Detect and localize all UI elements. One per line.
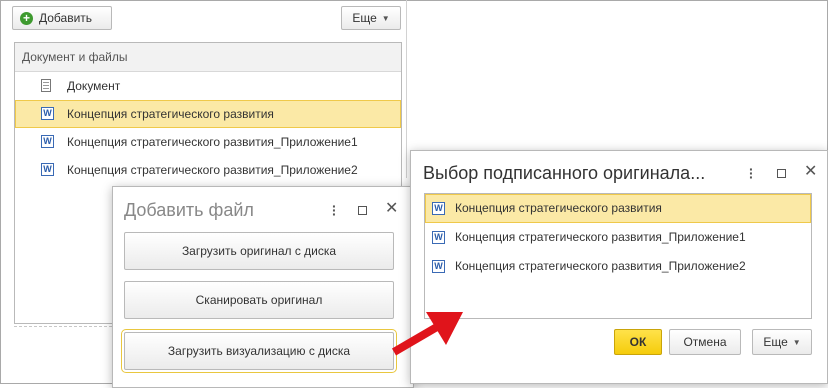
table-row-selected[interactable]: W Концепция стратегического развития	[15, 100, 401, 128]
upload-visualization-button[interactable]: Загрузить визуализацию с диска	[121, 329, 397, 373]
word-icon: W	[41, 163, 54, 176]
ok-label: ОК	[629, 335, 647, 349]
table-header: Документ и файлы	[15, 43, 401, 72]
table-row[interactable]: W Концепция стратегического развития_При…	[15, 156, 401, 184]
ok-button[interactable]: ОК	[614, 329, 662, 355]
list-item[interactable]: W Концепция стратегического развития_При…	[425, 252, 811, 281]
table-row[interactable]: Документ	[15, 72, 401, 100]
word-icon: W	[432, 260, 445, 273]
word-icon: W	[41, 135, 54, 148]
more-button[interactable]: Еще ▼	[341, 6, 401, 30]
more-button-label: Еще	[352, 11, 377, 25]
more-label: Еще	[763, 335, 788, 349]
list-item-selected[interactable]: W Концепция стратегического развития	[425, 194, 811, 223]
maximize-icon[interactable]	[358, 206, 367, 215]
scan-original-button[interactable]: Сканировать оригинал	[124, 281, 394, 319]
list-item-label: Концепция стратегического развития_Прило…	[455, 259, 746, 273]
document-icon	[41, 79, 51, 92]
close-icon[interactable]: ✕	[804, 164, 817, 180]
cancel-label: Отмена	[683, 335, 727, 349]
chevron-down-icon: ▼	[792, 337, 801, 347]
plus-icon: +	[20, 11, 33, 25]
add-file-dialog: Добавить файл · · · ✕ Загрузить оригинал с…	[112, 186, 414, 388]
row-label: Документ	[67, 79, 121, 93]
list-item[interactable]: W Концепция стратегического развития_При…	[425, 223, 811, 252]
row-label: Концепция стратегического развития	[67, 107, 274, 121]
row-label: Концепция стратегического развития_Прило…	[67, 135, 358, 149]
row-label: Концепция стратегического развития_Прило…	[67, 163, 358, 177]
close-icon[interactable]: ✕	[385, 201, 398, 217]
add-button[interactable]: + Добавить	[12, 6, 112, 30]
maximize-icon[interactable]	[777, 169, 786, 178]
originals-list[interactable]: W Концепция стратегического развития W К…	[424, 193, 812, 319]
button-label: Загрузить визуализацию с диска	[167, 344, 351, 358]
button-label: Загрузить оригинал с диска	[181, 244, 337, 258]
dialog-title: Выбор подписанного оригинала...	[423, 163, 706, 183]
add-button-label: Добавить	[39, 11, 93, 25]
table-row[interactable]: W Концепция стратегического развития_При…	[15, 128, 401, 156]
list-item-label: Концепция стратегического развития	[455, 201, 662, 215]
chevron-down-icon: ▼	[381, 13, 390, 23]
select-original-dialog: Выбор подписанного оригинала... · · · ✕ W …	[410, 150, 828, 384]
kebab-menu-icon[interactable]: · · ·	[749, 162, 754, 184]
word-icon: W	[432, 202, 445, 215]
upload-original-button[interactable]: Загрузить оригинал с диска	[124, 232, 394, 270]
word-icon: W	[41, 107, 54, 120]
divider	[406, 0, 407, 178]
dashed-separator	[14, 326, 112, 327]
cancel-button[interactable]: Отмена	[669, 329, 741, 355]
button-label: Сканировать оригинал	[195, 293, 323, 307]
list-item-label: Концепция стратегического развития_Прило…	[455, 230, 746, 244]
word-icon: W	[432, 231, 445, 244]
more-button[interactable]: Еще ▼	[752, 329, 812, 355]
kebab-menu-icon[interactable]: · · ·	[332, 199, 337, 221]
arrow-pointer-icon	[391, 312, 463, 356]
dialog-title: Добавить файл	[124, 200, 254, 220]
